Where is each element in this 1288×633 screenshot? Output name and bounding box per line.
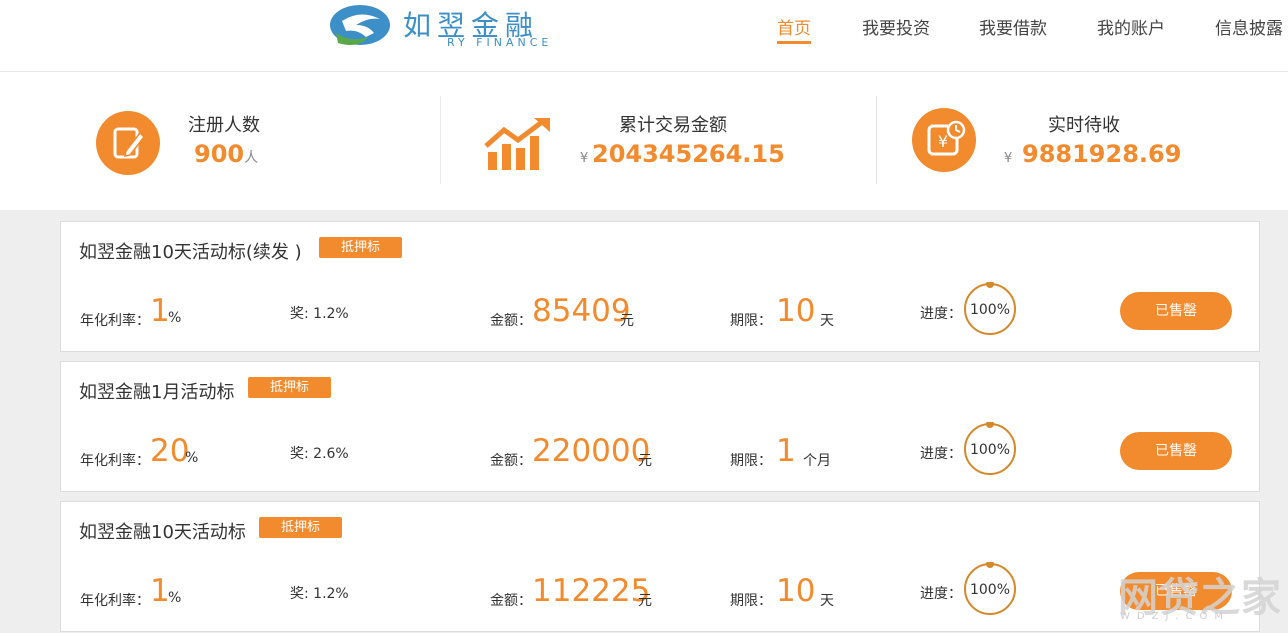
loan-card[interactable]: 如翌金融1月活动标 抵押标 年化利率： 20 % 奖: 2.6% 金额： 220…: [60, 361, 1260, 492]
nav-home-label: 首页: [777, 19, 811, 39]
progress-label: 进度：: [920, 306, 962, 322]
term-value: 10: [776, 293, 816, 329]
collateral-tag: 抵押标: [248, 377, 331, 398]
amount-unit: 元: [620, 313, 634, 329]
nav-home[interactable]: 首页: [777, 14, 811, 44]
nav-disclosure[interactable]: 信息披露: [1215, 14, 1283, 39]
amount-unit: 元: [638, 453, 652, 469]
rate-value: 20: [150, 433, 190, 469]
stat-label-registered: 注册人数: [188, 115, 260, 136]
amount-label: 金额：: [490, 313, 532, 329]
amount-value: 112225: [532, 573, 651, 609]
rate-label: 年化利率：: [80, 453, 150, 469]
loan-card[interactable]: 如翌金融10天活动标 抵押标 年化利率： 1 % 奖: 1.2% 金额： 112…: [60, 501, 1260, 632]
progress-percent: 100%: [969, 302, 1011, 318]
stat-value-total-volume: 204345264.15: [592, 140, 785, 168]
currency-symbol: ¥: [1004, 151, 1013, 166]
bonus-rate: 奖: 1.2%: [290, 306, 349, 322]
progress-label: 进度：: [920, 586, 962, 602]
term-value: 1: [776, 433, 796, 469]
rate-label: 年化利率：: [80, 593, 150, 609]
term-value: 10: [776, 573, 816, 609]
amount-value: 85409: [532, 293, 631, 329]
nav-account[interactable]: 我的账户: [1097, 14, 1165, 39]
loan-card[interactable]: 如翌金融10天活动标(续发 ) 抵押标 年化利率： 1 % 奖: 1.2% 金额…: [60, 221, 1260, 352]
nav-borrow[interactable]: 我要借款: [979, 14, 1047, 39]
registered-unit: 人: [244, 150, 259, 166]
rate-unit: %: [185, 450, 199, 466]
stat-divider: [440, 96, 441, 184]
term-label: 期限：: [730, 453, 772, 469]
collateral-tag: 抵押标: [259, 517, 342, 538]
rate-unit: %: [168, 590, 182, 606]
progress-percent: 100%: [969, 442, 1011, 458]
amount-label: 金额：: [490, 453, 532, 469]
rate-value: 1: [150, 573, 170, 609]
amount-label: 金额：: [490, 593, 532, 609]
registered-count: 900: [194, 140, 245, 168]
stat-value-registered: 900人: [194, 140, 258, 168]
amount-unit: 元: [638, 593, 652, 609]
loan-title[interactable]: 如翌金融1月活动标: [79, 378, 234, 404]
watermark: 网贷之家 WDZJ.COM: [1118, 565, 1281, 625]
sold-out-button[interactable]: 已售罄: [1120, 292, 1232, 330]
progress-label: 进度：: [920, 446, 962, 462]
term-unit: 天: [820, 313, 834, 329]
stat-label-total-volume: 累计交易金额: [619, 115, 727, 136]
nav-invest[interactable]: 我要投资: [862, 14, 930, 39]
nav-active-indicator: [777, 41, 811, 44]
platform-stats: 注册人数 900人 累计交易金额 ¥ 204345264.15 ¥ 实时待收 ¥…: [0, 72, 1288, 210]
top-navigation-bar: 如翌金融 RY FINANCE 首页 我要投资 我要借款 我的账户 信息披露: [0, 0, 1288, 72]
term-unit: 个月: [803, 453, 831, 469]
bonus-rate: 奖: 2.6%: [290, 446, 349, 462]
logo[interactable]: 如翌金融 RY FINANCE: [328, 3, 578, 49]
stat-divider: [876, 96, 877, 184]
watermark-subtext: WDZJ.COM: [1120, 611, 1231, 622]
svg-text:¥: ¥: [938, 132, 948, 151]
currency-symbol: ¥: [580, 151, 589, 166]
progress-percent: 100%: [969, 582, 1011, 598]
stat-value-pending: 9881928.69: [1022, 140, 1182, 168]
growth-chart-icon: [484, 118, 550, 170]
rate-label: 年化利率：: [80, 313, 150, 329]
amount-value: 220000: [532, 433, 651, 469]
rate-unit: %: [168, 310, 182, 326]
logo-mark-icon: [330, 5, 390, 45]
edit-icon: [96, 111, 160, 175]
logo-subtext: RY FINANCE: [447, 36, 553, 49]
collateral-tag: 抵押标: [319, 237, 402, 258]
term-unit: 天: [820, 593, 834, 609]
rate-value: 1: [150, 293, 170, 329]
loan-title[interactable]: 如翌金融10天活动标(续发 ): [79, 238, 302, 264]
yen-clock-icon: ¥: [912, 108, 976, 172]
stat-label-pending: 实时待收: [1048, 115, 1120, 136]
sold-out-button[interactable]: 已售罄: [1120, 432, 1232, 470]
loan-title[interactable]: 如翌金融10天活动标: [79, 518, 246, 544]
term-label: 期限：: [730, 593, 772, 609]
bonus-rate: 奖: 1.2%: [290, 586, 349, 602]
term-label: 期限：: [730, 313, 772, 329]
